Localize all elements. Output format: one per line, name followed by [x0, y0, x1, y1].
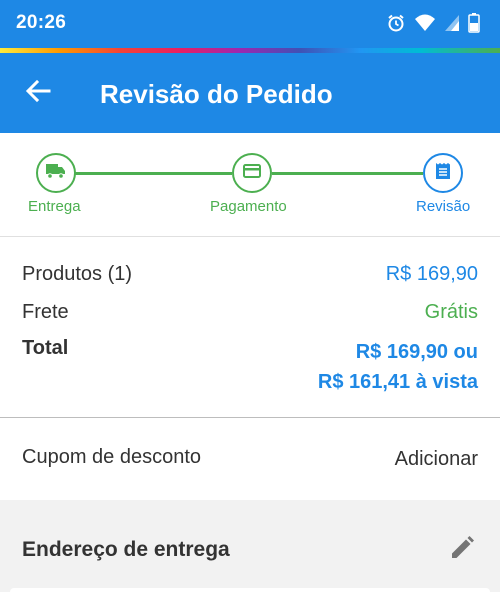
- shipping-value: Grátis: [424, 301, 478, 323]
- total-value: R$ 169,90 ou R$ 161,41 à vista: [318, 337, 478, 397]
- status-icons: [386, 13, 480, 38]
- step-label-revisao: Revisão: [416, 198, 471, 215]
- signal-icon: [444, 13, 460, 38]
- page-title: Revisão do Pedido: [100, 79, 333, 109]
- step-connector: [272, 172, 423, 175]
- app-bar: Revisão do Pedido: [0, 53, 500, 133]
- add-coupon-button[interactable]: Adicionar: [395, 448, 478, 471]
- battery-icon: [468, 13, 480, 38]
- coupon-label: Cupom de desconto: [22, 446, 202, 468]
- total-value-line2: R$ 161,41 à vista: [317, 371, 478, 393]
- arrow-back-icon: [25, 78, 51, 109]
- total-value-line1: R$ 169,90 ou: [355, 341, 478, 363]
- card-icon: [243, 163, 261, 183]
- step-connector: [75, 172, 232, 175]
- step-label-pagamento: Pagamento: [210, 198, 287, 215]
- alarm-icon: [386, 13, 406, 38]
- shipping-row: Frete Grátis: [22, 301, 478, 324]
- step-revisao[interactable]: [423, 153, 463, 193]
- wifi-icon: [414, 13, 436, 38]
- checkout-stepper: Entrega Pagamento Revisão: [0, 133, 500, 237]
- section-title: Endereço de entrega: [22, 538, 230, 561]
- order-summary: Produtos (1) R$ 169,90 Frete Grátis Tota…: [0, 237, 500, 418]
- shipping-label: Frete: [22, 301, 69, 323]
- status-bar: 20:26: [0, 0, 500, 48]
- delivery-address-section: Endereço de entrega: [0, 500, 500, 592]
- truck-icon: [46, 163, 66, 184]
- step-pagamento[interactable]: [232, 153, 272, 193]
- pencil-icon: [449, 535, 475, 566]
- status-time: 20:26: [16, 12, 67, 33]
- products-row: Produtos (1) R$ 169,90: [22, 263, 478, 286]
- step-label-entrega: Entrega: [28, 198, 81, 215]
- coupon-row[interactable]: Cupom de desconto Adicionar: [0, 418, 500, 500]
- total-row: Total R$ 169,90 ou R$ 161,41 à vista: [22, 337, 478, 397]
- total-label: Total: [22, 337, 69, 359]
- address-card: [10, 588, 490, 592]
- back-button[interactable]: [18, 75, 58, 111]
- edit-address-button[interactable]: [446, 534, 478, 566]
- products-value: R$ 169,90: [385, 263, 478, 285]
- step-entrega[interactable]: [36, 153, 76, 193]
- products-label: Produtos (1): [22, 263, 133, 285]
- receipt-icon: [435, 162, 451, 185]
